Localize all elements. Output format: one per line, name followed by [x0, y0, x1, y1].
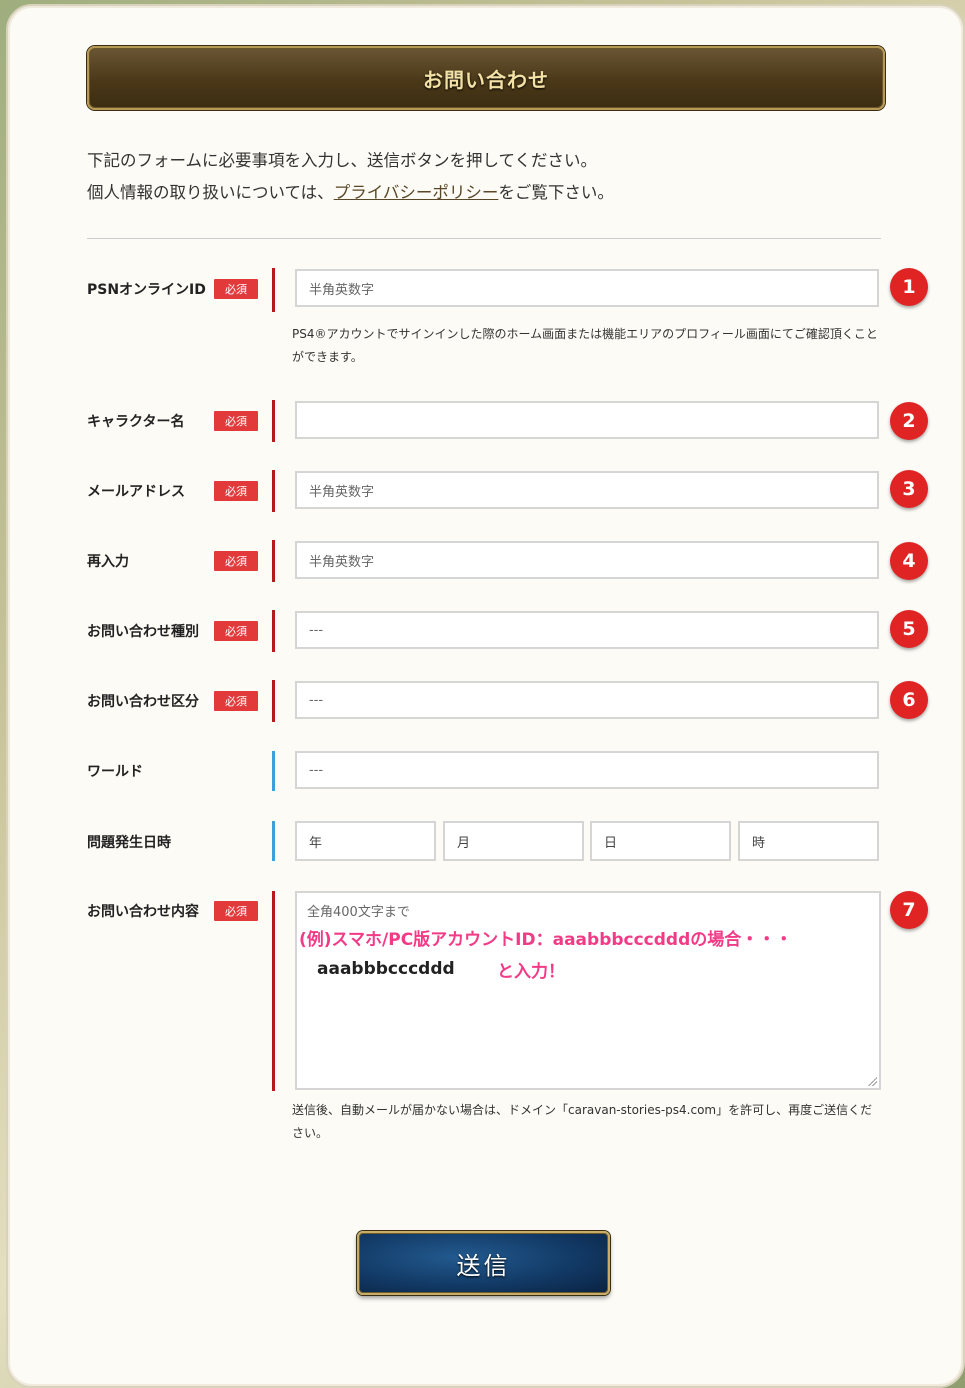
- month-select[interactable]: 月: [443, 821, 584, 861]
- intro-line-2: 個人情報の取り扱いについては、プライバシーポリシーをご覧下さい。: [87, 177, 614, 209]
- intro-text: 下記のフォームに必要事項を入力し、送信ボタンを押してください。 個人情報の取り扱…: [87, 145, 614, 209]
- row-marker: [272, 891, 275, 1091]
- hour-select[interactable]: 時: [738, 821, 879, 861]
- row-marker: [272, 268, 275, 312]
- example-value: aaabbbcccddd: [317, 959, 455, 979]
- psn-id-hint: PS4®アカウントでサインインした際のホーム画面または機能エリアのプロフィール画…: [292, 327, 878, 364]
- inquiry-content-label: お問い合わせ内容: [87, 904, 199, 920]
- row-marker: [272, 400, 275, 442]
- annotation-badge-7: 7: [890, 891, 928, 929]
- required-badge: 必須: [214, 551, 258, 571]
- page-title-bar: お問い合わせ: [87, 46, 885, 110]
- example-instruction: と入力！: [497, 962, 565, 982]
- required-badge: 必須: [214, 901, 258, 921]
- annotation-badge-5: 5: [890, 610, 928, 648]
- psn-id-input[interactable]: 半角英数字: [295, 269, 879, 307]
- intro-line-1: 下記のフォームに必要事項を入力し、送信ボタンを押してください。: [87, 151, 598, 170]
- annotation-badge-6: 6: [890, 681, 928, 719]
- intro-line-2-after: をご覧下さい。: [498, 183, 614, 202]
- annotation-badge-2: 2: [890, 402, 928, 440]
- example-annotation: (例)スマホ/PC版アカウントID：aaabbbcccdddの場合・・・: [299, 930, 793, 950]
- row-marker: [272, 680, 275, 722]
- day-select[interactable]: 日: [590, 821, 731, 861]
- row-marker: [272, 540, 275, 582]
- row-marker: [272, 751, 275, 791]
- annotation-badge-4: 4: [890, 542, 928, 580]
- inquiry-content-hint: 送信後、自動メールが届かない場合は、ドメイン「caravan-stories-p…: [292, 1103, 873, 1140]
- intro-line-2-before: 個人情報の取り扱いについては、: [87, 183, 334, 202]
- textarea-placeholder: 全角400文字まで: [307, 905, 410, 920]
- row-marker: [272, 821, 275, 861]
- required-badge: 必須: [214, 691, 258, 711]
- annotation-badge-3: 3: [890, 470, 928, 508]
- psn-id-label: PSNオンラインID: [87, 282, 206, 298]
- email-confirm-label: 再入力: [87, 554, 129, 570]
- resize-handle-icon[interactable]: [868, 1077, 877, 1086]
- submit-button[interactable]: 送信: [357, 1231, 610, 1295]
- year-select[interactable]: 年: [295, 821, 436, 861]
- inquiry-content-textarea[interactable]: 全角400文字まで (例)スマホ/PC版アカウントID：aaabbbcccddd…: [295, 891, 881, 1090]
- inquiry-type-label: お問い合わせ種別: [87, 624, 199, 640]
- character-name-input[interactable]: [295, 401, 879, 439]
- row-marker: [272, 470, 275, 512]
- privacy-policy-link[interactable]: プライバシーポリシー: [334, 183, 499, 202]
- required-badge: 必須: [214, 411, 258, 431]
- required-badge: 必須: [214, 279, 258, 299]
- email-label: メールアドレス: [87, 484, 185, 500]
- inquiry-type-select[interactable]: ---: [295, 611, 879, 649]
- character-name-label: キャラクター名: [87, 414, 185, 430]
- incident-datetime-label: 問題発生日時: [87, 835, 171, 851]
- required-badge: 必須: [214, 481, 258, 501]
- world-label: ワールド: [87, 764, 143, 780]
- required-badge: 必須: [214, 621, 258, 641]
- email-confirm-input[interactable]: 半角英数字: [295, 541, 879, 579]
- world-select[interactable]: ---: [295, 751, 879, 789]
- inquiry-category-select[interactable]: ---: [295, 681, 879, 719]
- row-marker: [272, 610, 275, 652]
- submit-button-label: 送信: [456, 1251, 511, 1280]
- divider: [87, 238, 881, 239]
- page-title: お問い合わせ: [423, 67, 549, 92]
- inquiry-category-label: お問い合わせ区分: [87, 694, 199, 710]
- email-input[interactable]: 半角英数字: [295, 471, 879, 509]
- annotation-badge-1: 1: [890, 268, 928, 306]
